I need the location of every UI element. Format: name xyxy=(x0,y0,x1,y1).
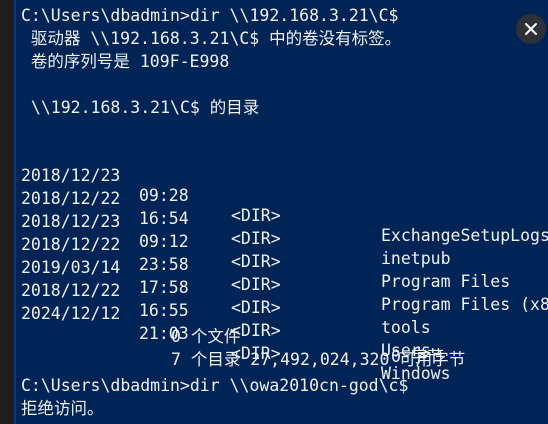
entry-type: <DIR> xyxy=(231,298,281,317)
table-row: 2024/12/12 21:03 <DIR> Windows xyxy=(21,284,451,383)
dir-count: 7 个目录 27,492,024,320 可用字节 xyxy=(171,350,466,369)
entry-time: 09:28 xyxy=(139,186,189,205)
command-line: C:\Users\dbadmin>dir \\192.168.3.21\C$ xyxy=(21,6,399,25)
file-count: 0 个文件 xyxy=(171,327,241,346)
table-row: 2018/12/23 09:12 <DIR> Program Files xyxy=(21,192,510,291)
entry-name: inetpub xyxy=(381,249,451,268)
entry-type: <DIR> xyxy=(231,275,281,294)
table-row: 2018/12/22 16:55 <DIR> Users xyxy=(21,261,431,360)
terminal-window[interactable]: C:\Users\dbadmin>dir \\192.168.3.21\C$ 驱… xyxy=(0,0,548,424)
window-left-edge xyxy=(0,0,14,424)
table-row: 2018/12/22 16:54 <DIR> inetpub xyxy=(21,169,451,268)
entry-type: <DIR> xyxy=(231,252,281,271)
table-row: 2018/12/23 09:28 <DIR> ExchangeSetupLogs xyxy=(21,146,548,245)
close-button[interactable] xyxy=(516,14,546,44)
table-row: 2018/12/22 23:58 <DIR> Program Files (x8… xyxy=(21,215,548,314)
access-denied-line: 拒绝访问。 xyxy=(21,399,104,418)
serial-number-line: 卷的序列号是 109F-E998 xyxy=(21,52,230,71)
file-count-line: 0 个文件 0 字节 xyxy=(21,307,444,366)
window-left-border xyxy=(14,0,16,424)
dir-count-line: 7 个目录 27,492,024,320 可用字节 xyxy=(21,330,465,369)
entry-time: 09:12 xyxy=(139,232,189,251)
entry-time: 17:58 xyxy=(139,278,189,297)
entry-time: 16:54 xyxy=(139,209,189,228)
volume-label-line: 驱动器 \\192.168.3.21\C$ 中的卷没有标签。 xyxy=(21,29,402,48)
entry-name: ExchangeSetupLogs xyxy=(381,226,548,245)
close-icon xyxy=(525,23,537,35)
entry-name: tools xyxy=(381,318,431,337)
entry-type: <DIR> xyxy=(231,206,281,225)
entry-name: Program Files (x86) xyxy=(381,295,548,314)
directory-header-line: \\192.168.3.21\C$ 的目录 xyxy=(21,98,260,117)
command-line: C:\Users\dbadmin>dir \\owa2010cn-god\c$ xyxy=(21,376,409,395)
entry-time: 16:55 xyxy=(139,301,189,320)
entry-time: 23:58 xyxy=(139,255,189,274)
entry-type: <DIR> xyxy=(231,229,281,248)
entry-name: Program Files xyxy=(381,272,511,291)
table-row: 2019/03/14 17:58 <DIR> tools xyxy=(21,238,431,337)
